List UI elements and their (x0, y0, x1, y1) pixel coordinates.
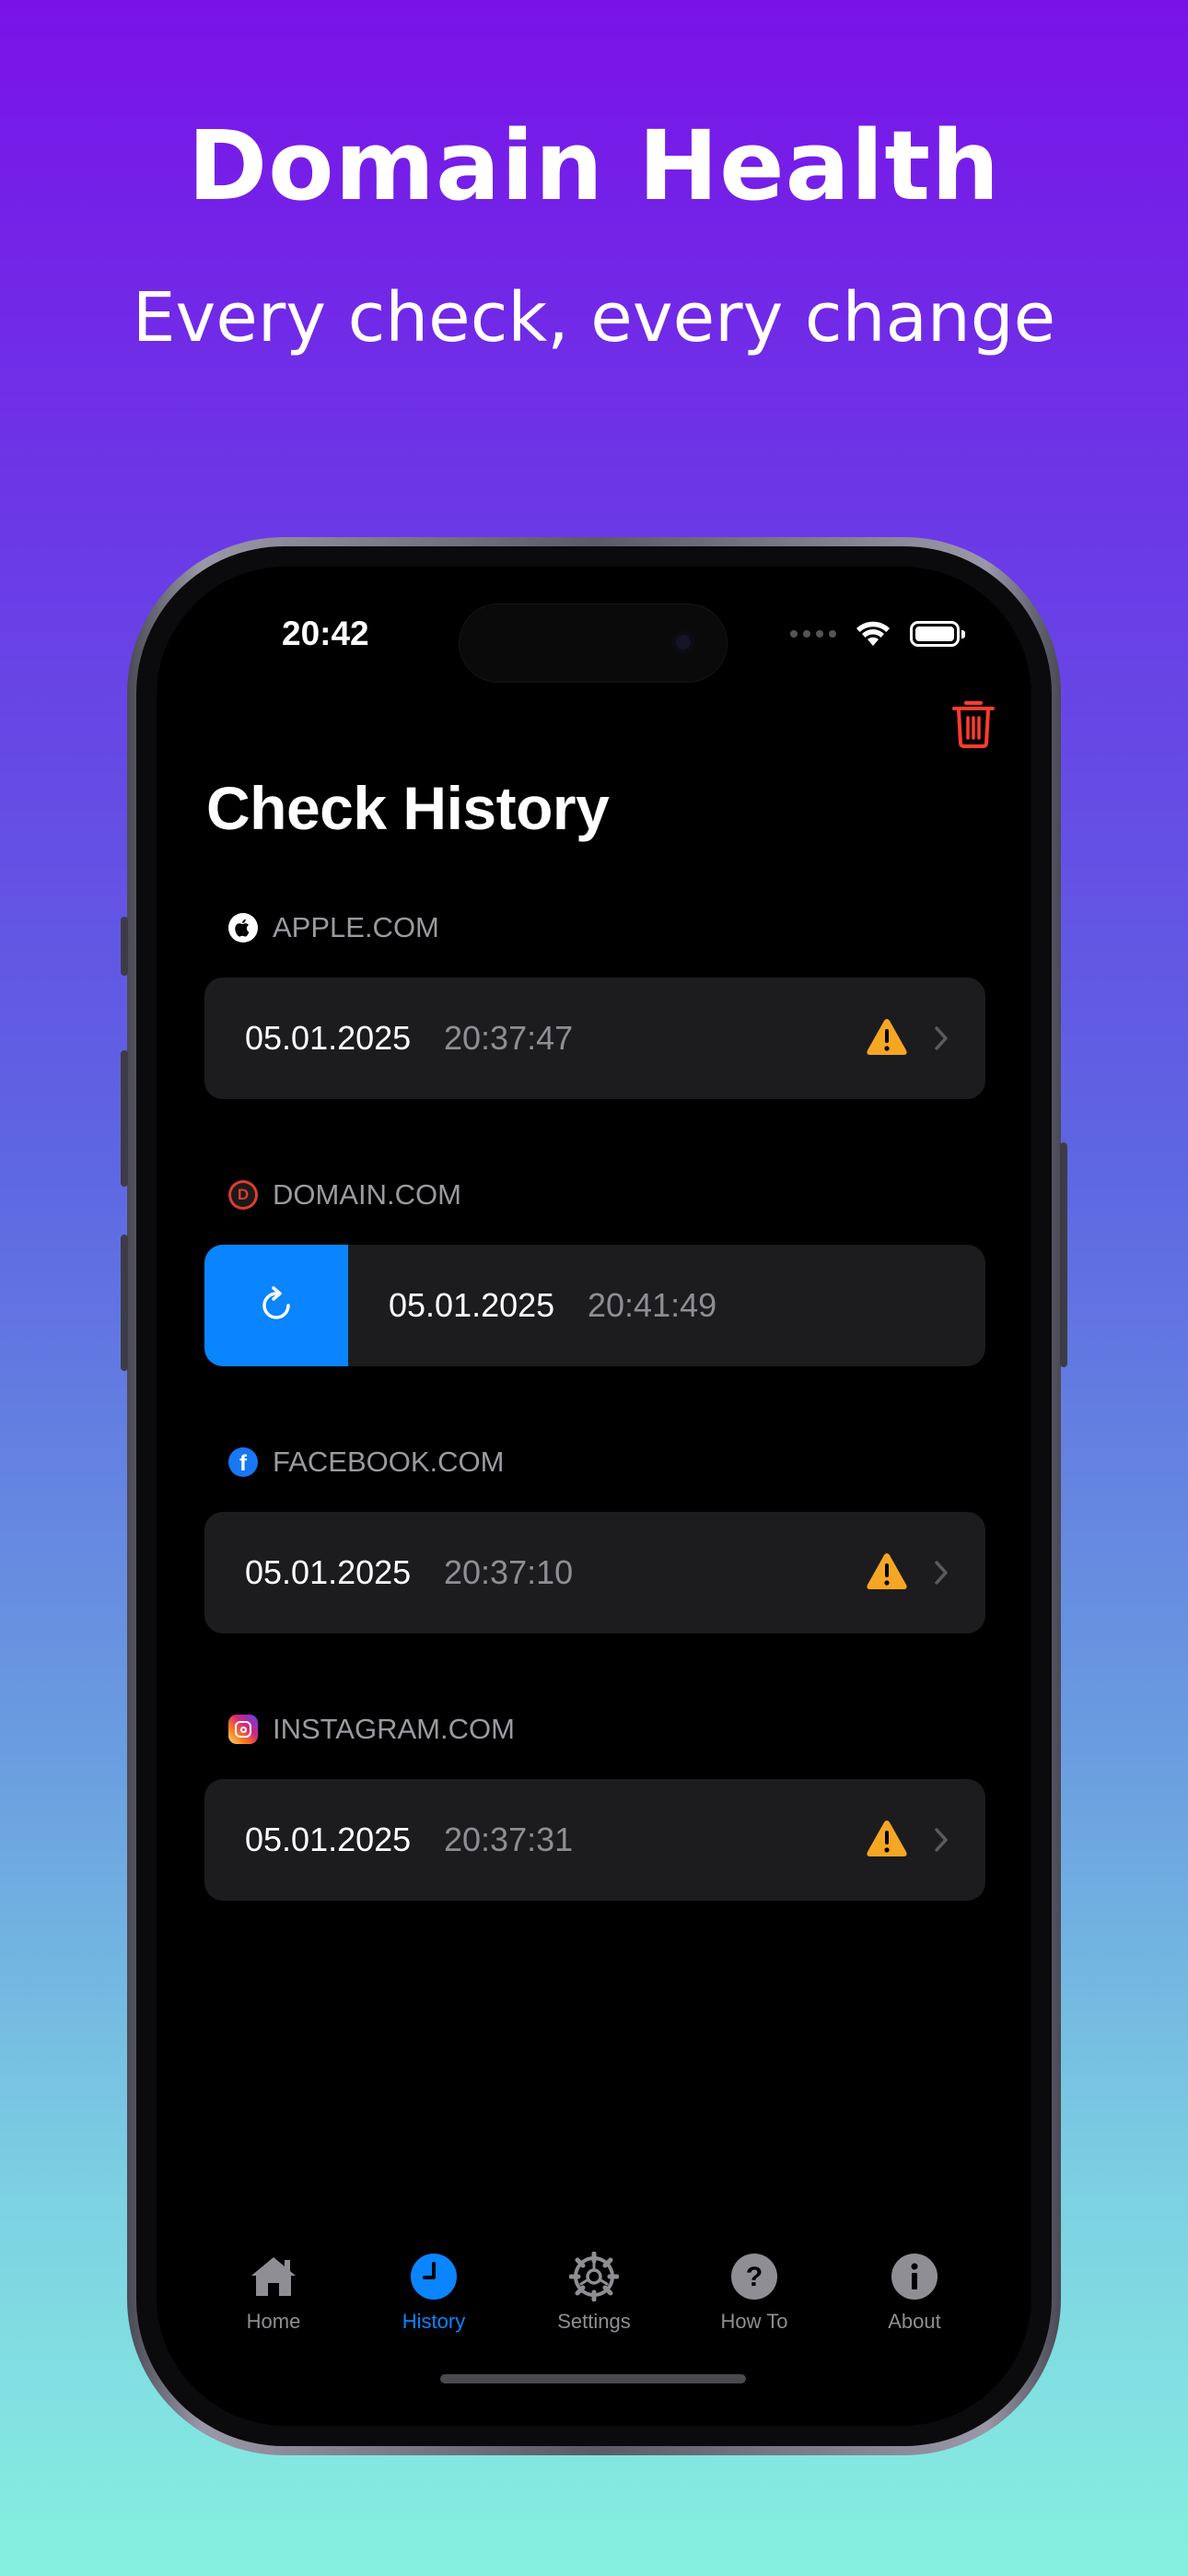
section-header-domain: D DOMAIN.COM (228, 1178, 461, 1212)
row-time: 20:37:31 (444, 1821, 574, 1858)
wifi-icon (856, 621, 890, 646)
section-domain-label: DOMAIN.COM (273, 1178, 461, 1211)
section-header-apple: APPLE.COM (228, 911, 439, 944)
tab-about[interactable]: About (850, 2251, 979, 2334)
tab-label: How To (720, 2310, 788, 2333)
home-indicator[interactable] (440, 2374, 746, 2383)
trash-icon[interactable] (950, 697, 996, 749)
history-row-apple[interactable]: 05.01.2025 20:37:47 (204, 978, 985, 1099)
signal-icon (790, 630, 836, 638)
history-row-domain[interactable]: 05.01.2025 20:41:49 (204, 1245, 985, 1366)
chevron-right-icon (935, 1026, 948, 1050)
battery-icon (910, 621, 965, 647)
section-header-instagram: INSTAGRAM.COM (228, 1713, 515, 1746)
page-title: Check History (206, 774, 610, 842)
warning-icon (867, 1821, 907, 1856)
warning-icon (867, 1553, 907, 1589)
domain-logo-icon: D (228, 1180, 258, 1210)
phone-volume-up (121, 1050, 128, 1187)
clock-icon (411, 2254, 457, 2300)
refresh-action-button[interactable] (204, 1245, 348, 1366)
gear-icon (569, 2252, 619, 2301)
section-domain-label: FACEBOOK.COM (273, 1446, 505, 1478)
tab-label: About (888, 2310, 941, 2333)
row-time: 20:41:49 (588, 1286, 717, 1324)
history-row-facebook[interactable]: 05.01.2025 20:37:10 (204, 1512, 985, 1633)
instagram-logo-icon (228, 1715, 258, 1744)
row-date: 05.01.2025 (245, 1821, 412, 1858)
phone-screen: 20:42 Check History APPLE.COM 05.01.2025… (157, 567, 1031, 2426)
row-time: 20:37:47 (444, 1019, 574, 1057)
apple-logo-icon (228, 913, 258, 943)
phone-side-button (121, 917, 128, 976)
status-indicators (790, 618, 965, 650)
house-icon (251, 2257, 296, 2296)
row-date: 05.01.2025 (245, 1019, 412, 1057)
history-row-instagram[interactable]: 05.01.2025 20:37:31 (204, 1779, 985, 1901)
refresh-icon (262, 1286, 290, 1319)
warning-icon (867, 1019, 907, 1055)
tab-home[interactable]: Home (209, 2251, 338, 2334)
row-time: 20:37:10 (444, 1553, 574, 1591)
tab-label: Home (246, 2310, 301, 2333)
tab-history[interactable]: History (369, 2251, 498, 2334)
hero-subtitle: Every check, every change (132, 278, 1056, 357)
dynamic-island (459, 603, 728, 683)
phone-power-button (1060, 1142, 1067, 1367)
phone-volume-down (121, 1235, 128, 1371)
tab-how-to[interactable]: ? How To (690, 2251, 819, 2334)
row-date: 05.01.2025 (245, 1553, 412, 1591)
tab-bar: Home History Settings ? How To About (157, 2251, 1031, 2334)
facebook-logo-icon: f (228, 1447, 258, 1477)
row-date: 05.01.2025 (389, 1286, 555, 1324)
section-domain-label: INSTAGRAM.COM (273, 1713, 515, 1745)
camera-icon (672, 631, 694, 653)
tab-settings[interactable]: Settings (530, 2251, 658, 2334)
svg-text:?: ? (746, 2262, 763, 2292)
section-header-facebook: f FACEBOOK.COM (228, 1446, 504, 1479)
tab-label: History (402, 2310, 466, 2333)
chevron-right-icon (935, 1828, 948, 1852)
tab-label: Settings (557, 2310, 631, 2333)
status-time: 20:42 (282, 615, 369, 652)
info-icon (891, 2254, 938, 2300)
section-domain-label: APPLE.COM (273, 911, 439, 943)
question-icon: ? (731, 2254, 777, 2300)
chevron-right-icon (935, 1561, 948, 1585)
hero-title: Domain Health (187, 110, 1001, 222)
